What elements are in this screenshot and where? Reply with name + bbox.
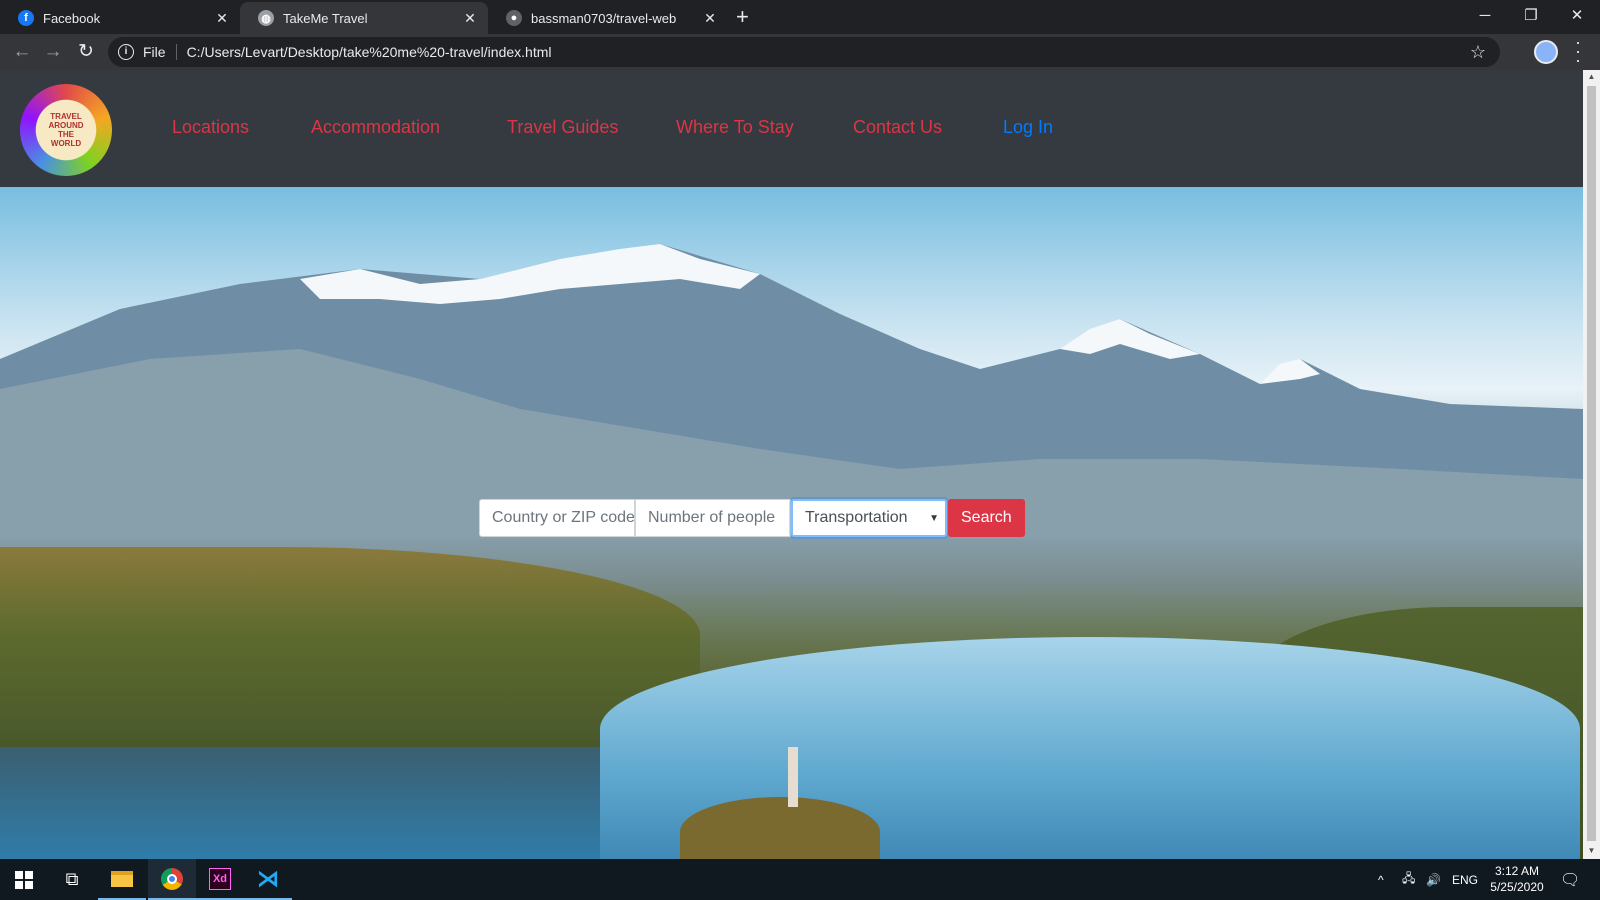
- url-text[interactable]: C:/Users/Levart/Desktop/take%20me%20-tra…: [187, 44, 552, 60]
- globe-icon: ◍: [258, 10, 274, 26]
- close-icon[interactable]: ✕: [702, 10, 718, 26]
- task-view-icon[interactable]: ⧉: [48, 859, 96, 900]
- page-viewport: TRAVEL AROUND THE WORLD Locations Accomm…: [0, 70, 1583, 859]
- scroll-thumb[interactable]: [1587, 86, 1596, 841]
- site-logo[interactable]: TRAVEL AROUND THE WORLD: [20, 84, 112, 176]
- bookmark-star-icon[interactable]: ☆: [1470, 42, 1486, 63]
- language-indicator[interactable]: ENG: [1452, 859, 1478, 900]
- windows-start-icon[interactable]: [0, 859, 48, 900]
- close-window-icon[interactable]: ✕: [1554, 0, 1600, 30]
- clock-time: 3:12 AM: [1494, 864, 1540, 878]
- chevron-down-icon: ▼: [929, 512, 939, 524]
- back-icon[interactable]: ←: [10, 40, 34, 64]
- nav-contact-us[interactable]: Contact Us: [853, 117, 942, 138]
- lake-left: [0, 747, 650, 859]
- site-navbar: TRAVEL AROUND THE WORLD Locations Accomm…: [0, 70, 1583, 187]
- clock-date: 5/25/2020: [1490, 880, 1544, 894]
- logo-text: TRAVEL AROUND THE WORLD: [48, 112, 84, 148]
- mountain-illustration: [0, 244, 1583, 539]
- transportation-select[interactable]: Transportation ▼: [791, 499, 947, 537]
- facebook-icon: f: [18, 10, 34, 26]
- new-tab-button[interactable]: +: [736, 6, 749, 28]
- nav-log-in[interactable]: Log In: [1003, 117, 1053, 138]
- system-clock[interactable]: 3:12 AM 5/25/2020: [1482, 863, 1552, 895]
- nav-accommodation[interactable]: Accommodation: [311, 117, 440, 138]
- browser-toolbar: ← → ↻ i File C:/Users/Levart/Desktop/tak…: [0, 34, 1600, 70]
- url-scheme: File: [143, 44, 166, 60]
- nav-travel-guides[interactable]: Travel Guides: [507, 117, 618, 138]
- windows-taskbar: ⧉ Xd ⋊ ^ 🖧 🔊 ENG 3:12 AM 5/25/2020 🗨: [0, 859, 1600, 900]
- adobe-xd-icon[interactable]: Xd: [196, 859, 244, 900]
- scroll-down-icon[interactable]: ▼: [1587, 846, 1596, 855]
- tab-title: bassman0703/travel-web: [531, 10, 677, 26]
- more-menu-icon[interactable]: · · ·: [1572, 33, 1584, 69]
- vscode-icon[interactable]: ⋊: [244, 859, 292, 900]
- separator: [175, 44, 177, 60]
- forward-icon[interactable]: →: [41, 40, 65, 64]
- page-scrollbar[interactable]: ▲ ▼: [1583, 70, 1600, 859]
- network-icon[interactable]: 🖧: [1402, 859, 1415, 900]
- hero-background: Country or ZIP code Number of people Tra…: [0, 187, 1583, 859]
- search-form: Country or ZIP code Number of people Tra…: [479, 499, 1025, 537]
- tab-strip: f Facebook ✕ ◍ TakeMe Travel ✕ ● bassman…: [0, 0, 1600, 34]
- nav-locations[interactable]: Locations: [172, 117, 249, 138]
- tray-chevron-icon[interactable]: ^: [1378, 859, 1384, 900]
- forest-left: [0, 547, 700, 767]
- close-icon[interactable]: ✕: [462, 10, 478, 26]
- island: [680, 797, 880, 859]
- country-zip-input[interactable]: Country or ZIP code: [479, 499, 635, 537]
- address-bar[interactable]: i File C:/Users/Levart/Desktop/take%20me…: [108, 37, 1500, 67]
- close-icon[interactable]: ✕: [214, 10, 230, 26]
- tab-takeme-travel[interactable]: ◍ TakeMe Travel ✕: [240, 2, 488, 34]
- github-icon: ●: [506, 10, 522, 26]
- scroll-up-icon[interactable]: ▲: [1587, 72, 1596, 81]
- info-icon[interactable]: i: [118, 44, 134, 60]
- restore-icon[interactable]: ❐: [1508, 0, 1554, 30]
- select-value: Transportation: [805, 509, 908, 526]
- nav-where-to-stay[interactable]: Where To Stay: [676, 117, 794, 138]
- search-button[interactable]: Search: [948, 499, 1025, 537]
- chrome-icon[interactable]: [148, 859, 196, 900]
- tab-github[interactable]: ● bassman0703/travel-web ✕: [488, 2, 728, 34]
- tab-title: TakeMe Travel: [283, 10, 368, 26]
- profile-avatar-icon[interactable]: [1534, 40, 1558, 64]
- minimize-icon[interactable]: ─: [1462, 0, 1508, 30]
- reload-icon[interactable]: ↻: [74, 40, 98, 64]
- tab-title: Facebook: [43, 10, 101, 26]
- volume-icon[interactable]: 🔊: [1426, 859, 1441, 900]
- number-of-people-input[interactable]: Number of people: [635, 499, 791, 537]
- church-tower: [788, 747, 798, 807]
- file-explorer-icon[interactable]: [98, 859, 146, 900]
- tab-facebook[interactable]: f Facebook ✕: [0, 2, 240, 34]
- notifications-icon[interactable]: 🗨: [1560, 859, 1580, 900]
